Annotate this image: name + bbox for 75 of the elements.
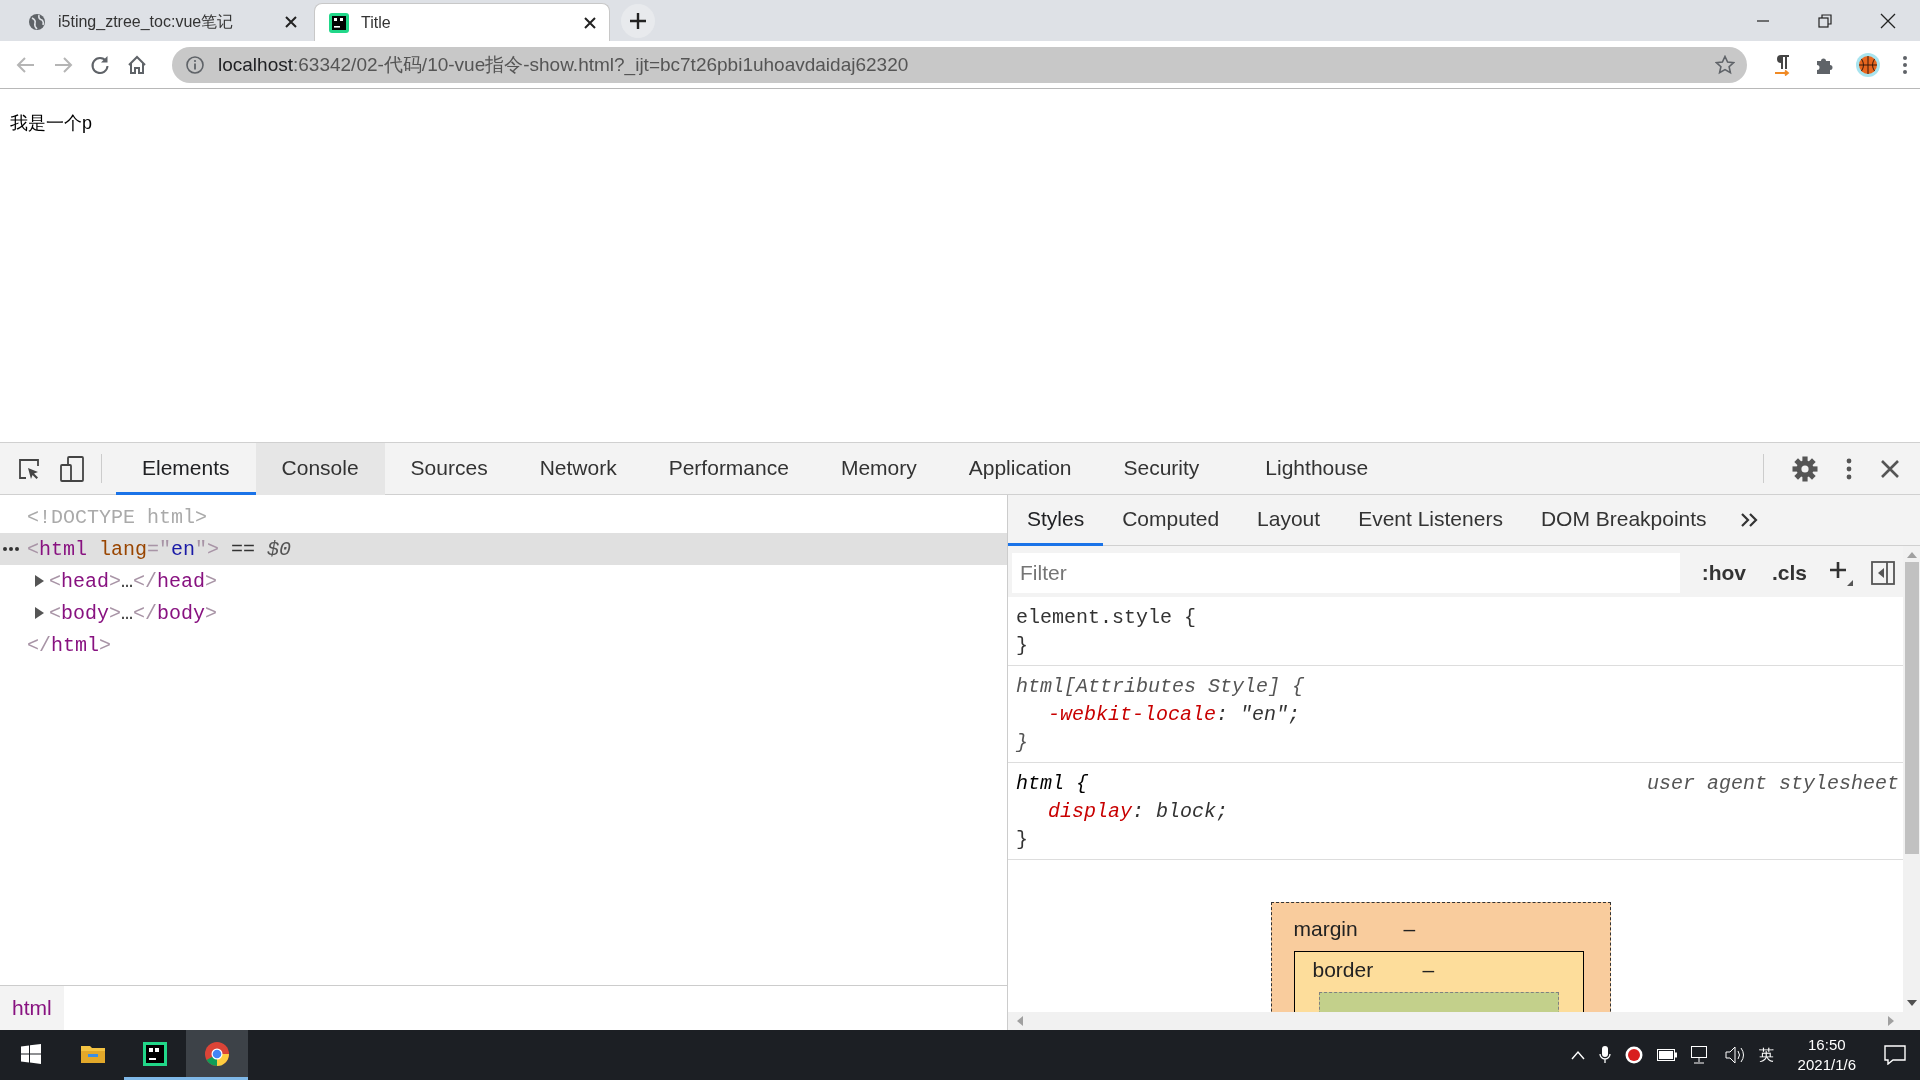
start-icon[interactable]	[21, 1043, 41, 1064]
device-toolbar-icon[interactable]	[59, 455, 85, 482]
sidebar-toggle-icon[interactable]	[1871, 561, 1895, 585]
more-icon[interactable]	[1846, 456, 1852, 481]
sidebar-tab[interactable]: DOM Breakpoints	[1521, 495, 1726, 546]
devtools-tab[interactable]: Console	[255, 443, 385, 495]
new-tab-icon[interactable]	[620, 2, 656, 39]
breadcrumb-item[interactable]: html	[0, 986, 64, 1030]
notification-icon[interactable]	[1884, 1045, 1906, 1065]
devtools-tab[interactable]: Memory	[814, 443, 943, 495]
css-selector: element.style {	[1016, 605, 1197, 629]
chevron-up-icon[interactable]	[1570, 1050, 1585, 1060]
toggle-button[interactable]: :hov	[1697, 561, 1750, 585]
devtools-tab[interactable]: Lighthouse	[1239, 443, 1395, 495]
devtools-tab[interactable]: Performance	[642, 443, 815, 495]
address-bar[interactable]: localhost:63342/02-代码/10-vue指令-show.html?_ijt=bc7t26pbi1uhoavdaidaj62320	[172, 46, 1747, 83]
css-selector: html {	[1016, 771, 1088, 795]
devtools-tab[interactable]: Sources	[384, 443, 514, 495]
sidebar-tab[interactable]: Layout	[1238, 495, 1340, 546]
pilcrow-icon[interactable]	[1772, 53, 1792, 76]
close-icon[interactable]	[1880, 12, 1896, 29]
filter-field[interactable]: Filter	[1012, 553, 1680, 593]
input-method-indicator[interactable]: 英	[1758, 1045, 1774, 1065]
dom-node[interactable]: <head>…</head>	[49, 569, 218, 593]
restore-icon[interactable]	[1818, 13, 1832, 28]
closing-brace: }	[1016, 730, 1028, 754]
inspect-icon[interactable]	[17, 456, 41, 481]
page-paragraph: 我是一个p	[10, 112, 92, 135]
app-logo-icon	[142, 1040, 168, 1067]
sidebar-tab[interactable]: Computed	[1103, 495, 1239, 546]
dom-node[interactable]: <html lang="en"> == $0	[27, 537, 292, 561]
reload-icon[interactable]	[90, 54, 110, 75]
microphone-icon[interactable]	[1598, 1046, 1611, 1064]
devtools-tab[interactable]: Security	[1097, 443, 1240, 495]
rule-source: user agent stylesheet	[1646, 771, 1900, 795]
clock[interactable]: 16:50 2021/1/6	[1797, 1035, 1856, 1075]
dom-node[interactable]: </html>	[27, 633, 112, 657]
browser-tab[interactable]: Title	[314, 3, 610, 41]
battery-icon[interactable]	[1656, 1049, 1677, 1061]
globe-icon	[28, 13, 46, 31]
browser-tab[interactable]: i5ting_ztree_toc:vue笔记	[14, 3, 310, 41]
close-icon[interactable]	[284, 15, 298, 29]
browser-icon	[204, 1040, 230, 1067]
scroll-down-icon[interactable]	[1906, 1000, 1917, 1006]
expand-arrow-icon[interactable]	[34, 607, 44, 619]
avatar-icon[interactable]	[1856, 52, 1880, 77]
new-rule-icon[interactable]	[1829, 560, 1853, 586]
more-tabs-icon[interactable]	[1739, 512, 1758, 528]
more-icon[interactable]	[1902, 54, 1908, 75]
close-icon[interactable]	[1880, 458, 1900, 479]
settings-icon[interactable]	[1792, 455, 1818, 482]
css-declaration[interactable]: display: block;	[1048, 799, 1229, 823]
css-selector: html[Attributes Style] {	[1016, 674, 1305, 698]
box-value[interactable]: –	[1403, 917, 1416, 941]
expand-arrow-icon[interactable]	[34, 575, 44, 587]
dom-node[interactable]: <body>…</body>	[49, 601, 218, 625]
closing-brace: }	[1016, 827, 1028, 851]
box-value[interactable]: –	[1422, 958, 1435, 982]
toggle-button[interactable]: .cls	[1767, 561, 1811, 585]
star-icon[interactable]	[1715, 54, 1735, 75]
box-label: border	[1312, 958, 1375, 982]
box-label: margin	[1293, 917, 1359, 941]
record-icon[interactable]	[1624, 1046, 1643, 1064]
closing-brace: }	[1016, 633, 1028, 657]
css-declaration[interactable]: -webkit-locale: "en";	[1048, 702, 1301, 726]
home-icon[interactable]	[127, 54, 147, 75]
taskbar-app[interactable]	[186, 1030, 248, 1080]
devtools-tab[interactable]: Network	[513, 443, 643, 495]
vertical-scrollbar[interactable]	[1903, 546, 1920, 1030]
sidebar-tab[interactable]: Event Listeners	[1339, 495, 1522, 546]
info-icon[interactable]	[186, 55, 204, 74]
devtools-tab[interactable]: Application	[942, 443, 1098, 495]
volume-icon[interactable]	[1724, 1046, 1745, 1064]
app-logo-icon	[329, 12, 349, 33]
close-icon[interactable]	[583, 15, 597, 30]
